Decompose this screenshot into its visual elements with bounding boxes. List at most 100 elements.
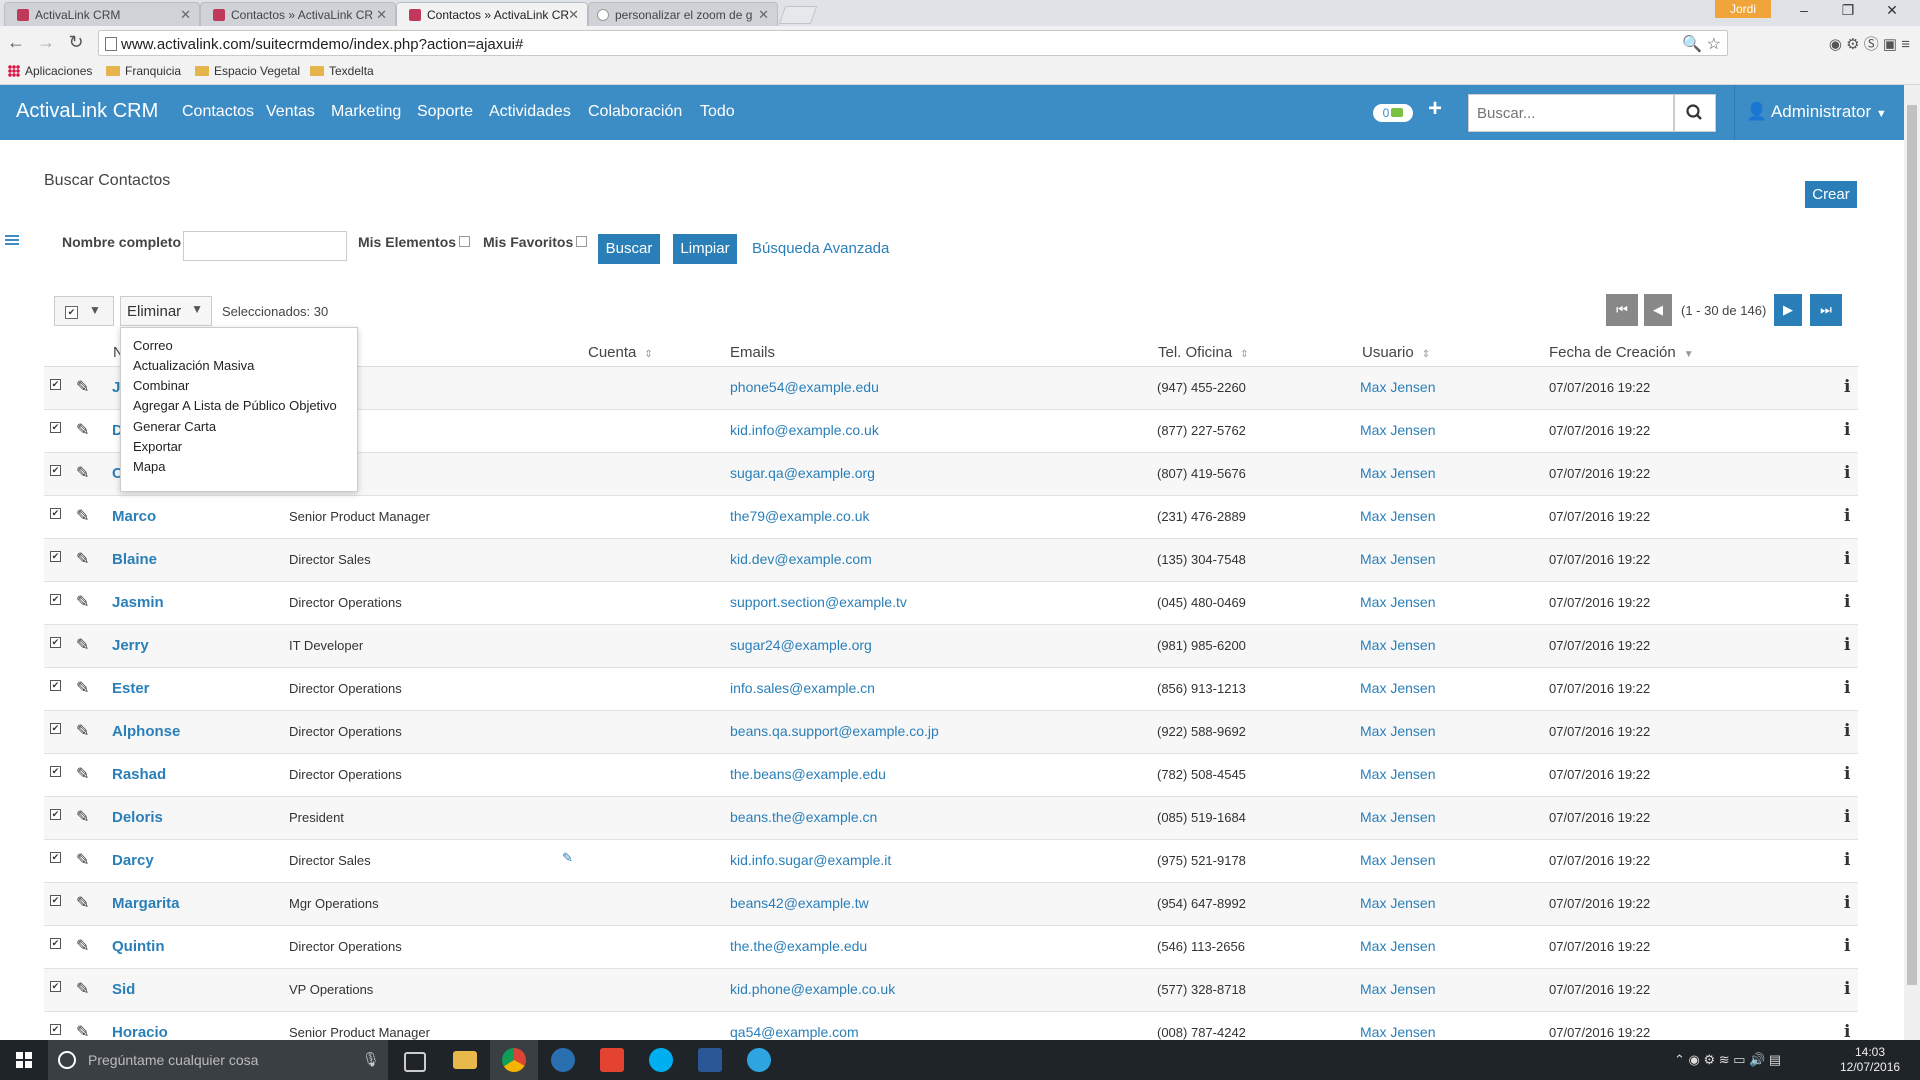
edit-pencil-icon[interactable]: ✎ <box>76 850 89 870</box>
contact-email-link[interactable]: the.the@example.edu <box>730 938 867 954</box>
menu-item-correo[interactable]: Correo <box>133 338 173 353</box>
last-page-button[interactable]: ⏭ <box>1810 294 1842 326</box>
header-phone[interactable]: Tel. Oficina ⇕ <box>1158 344 1249 361</box>
info-icon[interactable]: i <box>1844 1022 1850 1042</box>
bookmark-texdelta[interactable]: Texdelta <box>310 64 374 78</box>
clear-filter-button[interactable]: Limpiar <box>673 234 737 264</box>
browser-tab-4[interactable]: personalizar el zoom de g ✕ <box>588 2 778 26</box>
create-button[interactable]: Crear <box>1805 181 1857 208</box>
edit-pencil-icon[interactable]: ✎ <box>76 549 89 569</box>
contact-email-link[interactable]: sugar.qa@example.org <box>730 465 875 481</box>
menu-item-agregar-lista[interactable]: Agregar A Lista de Público Objetivo <box>133 398 337 413</box>
info-icon[interactable]: i <box>1844 592 1850 612</box>
zoom-star-icons[interactable]: 🔍 ☆ <box>1682 34 1721 54</box>
edit-pencil-icon[interactable]: ✎ <box>76 893 89 913</box>
info-icon[interactable]: i <box>1844 850 1850 870</box>
menu-item-generar-carta[interactable]: Generar Carta <box>133 419 216 434</box>
contact-email-link[interactable]: beans.the@example.cn <box>730 809 877 825</box>
nav-colaboracion[interactable]: Colaboración <box>588 103 682 121</box>
edit-pencil-icon[interactable]: ✎ <box>76 807 89 827</box>
contact-name-link[interactable]: Jerry <box>112 637 149 654</box>
info-icon[interactable]: i <box>1844 678 1850 698</box>
edit-pencil-icon[interactable]: ✎ <box>76 678 89 698</box>
contact-name-link[interactable]: Margarita <box>112 895 180 912</box>
select-all-dropdown[interactable]: ✔ ▼ <box>54 296 114 326</box>
contact-name-link[interactable]: Deloris <box>112 809 163 826</box>
scrollbar-thumb[interactable] <box>1907 105 1917 985</box>
row-checkbox[interactable]: ✔ <box>50 422 61 433</box>
assigned-user-link[interactable]: Max Jensen <box>1360 809 1435 825</box>
info-icon[interactable]: i <box>1844 377 1850 397</box>
quick-create-plus-icon[interactable]: + <box>1428 95 1442 123</box>
search-filter-button[interactable]: Buscar <box>598 234 660 264</box>
microphone-icon[interactable]: 🎙 <box>362 1051 380 1068</box>
assigned-user-link[interactable]: Max Jensen <box>1360 938 1435 954</box>
assigned-user-link[interactable]: Max Jensen <box>1360 723 1435 739</box>
user-menu[interactable]: 👤 Administrator ▼ <box>1746 102 1887 122</box>
contact-email-link[interactable]: qa54@example.com <box>730 1024 859 1040</box>
row-checkbox[interactable]: ✔ <box>50 465 61 476</box>
assigned-user-link[interactable]: Max Jensen <box>1360 508 1435 524</box>
chrome-icon[interactable] <box>502 1048 526 1072</box>
assigned-user-link[interactable]: Max Jensen <box>1360 1024 1435 1040</box>
row-checkbox[interactable]: ✔ <box>50 895 61 906</box>
task-view-icon[interactable] <box>404 1052 426 1072</box>
row-checkbox[interactable]: ✔ <box>50 594 61 605</box>
edit-pencil-icon[interactable]: ✎ <box>76 592 89 612</box>
row-checkbox[interactable]: ✔ <box>50 379 61 390</box>
info-icon[interactable]: i <box>1844 936 1850 956</box>
contact-email-link[interactable]: the79@example.co.uk <box>730 508 870 524</box>
nav-ventas[interactable]: Ventas <box>266 103 315 121</box>
word-icon[interactable] <box>698 1048 722 1072</box>
info-icon[interactable]: i <box>1844 764 1850 784</box>
info-icon[interactable]: i <box>1844 721 1850 741</box>
back-arrow-icon[interactable]: ← <box>4 32 28 53</box>
close-icon[interactable]: ✕ <box>568 7 579 23</box>
notifications-badge[interactable]: 0 <box>1373 104 1413 122</box>
nav-contactos[interactable]: Contactos <box>182 103 254 121</box>
maximize-icon[interactable]: ❐ <box>1828 2 1868 19</box>
info-icon[interactable]: i <box>1844 420 1850 440</box>
edit-pencil-icon[interactable]: ✎ <box>76 377 89 397</box>
row-checkbox[interactable]: ✔ <box>50 723 61 734</box>
browser-user-chip[interactable]: Jordi <box>1715 0 1771 18</box>
header-created[interactable]: Fecha de Creación ▼ <box>1549 344 1694 361</box>
info-icon[interactable]: i <box>1844 506 1850 526</box>
row-checkbox[interactable]: ✔ <box>50 809 61 820</box>
row-checkbox[interactable]: ✔ <box>50 766 61 777</box>
assigned-user-link[interactable]: Max Jensen <box>1360 680 1435 696</box>
contact-name-link[interactable]: Rashad <box>112 766 166 783</box>
row-checkbox[interactable]: ✔ <box>50 508 61 519</box>
page-scrollbar[interactable] <box>1904 85 1920 1040</box>
my-items-checkbox[interactable] <box>459 236 470 247</box>
forward-arrow-icon[interactable]: → <box>34 32 58 53</box>
contact-email-link[interactable]: support.section@example.tv <box>730 594 907 610</box>
info-icon[interactable]: i <box>1844 463 1850 483</box>
search-button[interactable] <box>1674 94 1716 132</box>
row-checkbox[interactable]: ✔ <box>50 938 61 949</box>
nav-marketing[interactable]: Marketing <box>331 103 401 121</box>
edit-pencil-icon[interactable]: ✎ <box>76 1022 89 1042</box>
my-favorites-checkbox[interactable] <box>576 236 587 247</box>
assigned-user-link[interactable]: Max Jensen <box>1360 852 1435 868</box>
windows-start-icon[interactable] <box>16 1052 32 1068</box>
info-icon[interactable]: i <box>1844 893 1850 913</box>
menu-item-combinar[interactable]: Combinar <box>133 378 189 393</box>
nav-todo[interactable]: Todo <box>700 103 735 121</box>
contact-email-link[interactable]: beans.qa.support@example.co.jp <box>730 723 939 739</box>
contact-email-link[interactable]: kid.phone@example.co.uk <box>730 981 895 997</box>
cortana-search-box[interactable]: Pregúntame cualquier cosa 🎙 <box>48 1040 388 1080</box>
nav-soporte[interactable]: Soporte <box>417 103 473 121</box>
edit-pencil-icon[interactable]: ✎ <box>76 635 89 655</box>
browser-tab-3[interactable]: Contactos » ActivaLink CR ✕ <box>396 2 588 26</box>
header-account[interactable]: Cuenta ⇕ <box>588 344 653 361</box>
full-name-input[interactable] <box>183 231 347 261</box>
row-checkbox[interactable]: ✔ <box>50 1024 61 1035</box>
select-all-checkbox[interactable]: ✔ <box>65 306 78 319</box>
assigned-user-link[interactable]: Max Jensen <box>1360 379 1435 395</box>
close-icon[interactable]: ✕ <box>376 7 387 23</box>
header-user[interactable]: Usuario ⇕ <box>1362 344 1430 361</box>
close-icon[interactable]: ✕ <box>180 7 191 23</box>
close-window-icon[interactable]: ✕ <box>1872 2 1912 19</box>
taskbar-clock[interactable]: 14:03 12/07/2016 <box>1840 1045 1900 1075</box>
